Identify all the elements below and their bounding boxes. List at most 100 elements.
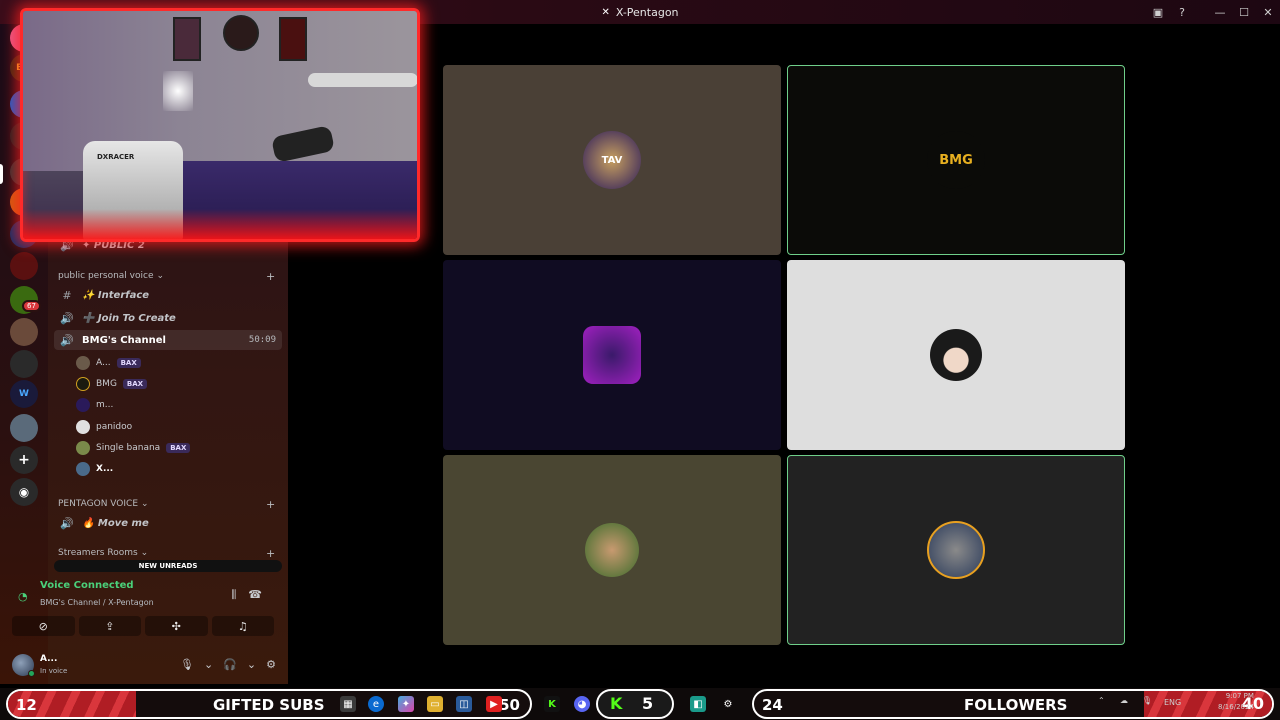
- tray-chevron-icon[interactable]: ⌃: [1098, 696, 1105, 705]
- voice-user[interactable]: Single banana BAX: [76, 439, 191, 457]
- signal-icon[interactable]: ◔: [18, 590, 28, 603]
- category-public-personal-voice[interactable]: public personal voice ⌄ +: [58, 270, 288, 283]
- chevron-down-icon: ⌄: [140, 548, 149, 558]
- participant-tile[interactable]: [443, 260, 781, 450]
- channel-move-me[interactable]: 🔊 🔥 Move me: [54, 513, 282, 533]
- add-channel-icon[interactable]: +: [266, 498, 275, 511]
- speaker-icon: 🔊: [60, 333, 74, 347]
- participant-tile[interactable]: TAV: [443, 65, 781, 255]
- inbox-icon[interactable]: ▣: [1146, 0, 1170, 24]
- gifted-subs-goal: 50: [499, 696, 520, 714]
- file-explorer-icon[interactable]: ▭: [427, 696, 443, 712]
- category-streamers-rooms[interactable]: Streamers Rooms ⌄ +: [58, 547, 288, 560]
- chevron-down-icon: ⌄: [156, 271, 165, 281]
- chair-brand: DXRACER: [97, 153, 135, 161]
- category-label: PENTAGON VOICE: [58, 499, 139, 509]
- store-icon[interactable]: ◫: [456, 696, 472, 712]
- unread-badge: 67: [22, 300, 41, 312]
- category-pentagon-voice[interactable]: PENTAGON VOICE ⌄ +: [58, 498, 288, 511]
- edge-icon[interactable]: e: [368, 696, 384, 712]
- participant-tile[interactable]: [787, 260, 1125, 450]
- window-controls: ▣ ? — ☐ ✕: [1146, 0, 1280, 24]
- voice-controls: ⊘ ⇪ ✣ ♫: [12, 616, 274, 636]
- server-icon[interactable]: [10, 414, 38, 442]
- category-label: Streamers Rooms: [58, 548, 138, 558]
- avatar: BMG: [927, 131, 985, 189]
- server-icon[interactable]: [10, 252, 38, 280]
- new-unreads-button[interactable]: NEW UNREADS: [54, 560, 282, 572]
- participant-tile[interactable]: BMG: [787, 65, 1125, 255]
- activities-button[interactable]: ✣: [145, 616, 208, 636]
- user-name[interactable]: A...: [40, 654, 57, 664]
- avatar: [927, 521, 985, 579]
- avatar: [76, 377, 90, 391]
- minimize-button[interactable]: —: [1208, 0, 1232, 24]
- participant-tile[interactable]: [787, 455, 1125, 645]
- chevron-down-icon: ⌄: [141, 499, 149, 509]
- channel-join-to-create[interactable]: 🔊 ➕ Join To Create: [54, 308, 282, 328]
- server-logo-icon: ✕: [601, 6, 610, 18]
- microphone-icon[interactable]: 🎙: [180, 658, 194, 671]
- language-indicator[interactable]: ENG: [1164, 698, 1181, 707]
- share-screen-button[interactable]: ⇪: [78, 616, 141, 636]
- channel-bmgs-channel[interactable]: 🔊 BMG's Channel 50:09: [54, 330, 282, 350]
- close-button[interactable]: ✕: [1256, 0, 1280, 24]
- camera-off-button[interactable]: ⊘: [12, 616, 75, 636]
- add-server-icon[interactable]: +: [10, 446, 38, 474]
- avatar: [76, 398, 90, 412]
- followers-counter: 24 FOLLOWERS 40: [752, 689, 1274, 719]
- avatar: [76, 420, 90, 434]
- discover-icon[interactable]: ◉: [10, 478, 38, 506]
- voice-user[interactable]: panidoo: [76, 418, 132, 436]
- maximize-button[interactable]: ☐: [1232, 0, 1256, 24]
- kick-logo-icon: K: [610, 694, 623, 713]
- user-panel: A... In voice 🎙 ⌄ 🎧 ⌄ ⚙: [0, 650, 288, 684]
- task-view-icon[interactable]: ▦: [340, 696, 356, 712]
- clock[interactable]: 9:07 PM 8/16/2024: [1218, 691, 1254, 713]
- voice-actions: ⫼ ☎: [231, 588, 262, 602]
- mic-arm: [308, 73, 417, 87]
- settings-gear-icon[interactable]: ⚙: [266, 658, 276, 671]
- kick-icon[interactable]: K: [544, 696, 560, 712]
- taskbar: 12 GIFTED SUBS 50 ▦ e ✦ ▭ ◫ ▶ K ◕ K 5 ◧ …: [0, 688, 1280, 720]
- channel-interface[interactable]: # ✨ Interface: [54, 285, 282, 305]
- user-controls: 🎙 ⌄ 🎧 ⌄ ⚙: [180, 658, 276, 671]
- mic-tray-icon[interactable]: 🎙: [1142, 696, 1152, 705]
- clock-date: 8/16/2024: [1218, 703, 1254, 711]
- server-icon[interactable]: W: [10, 380, 38, 408]
- app-icon[interactable]: ◧: [690, 696, 706, 712]
- steam-icon[interactable]: ⚙: [720, 696, 736, 712]
- voice-user[interactable]: X...: [76, 460, 113, 478]
- server-icon[interactable]: [10, 318, 38, 346]
- window-title-text: X-Pentagon: [615, 5, 679, 19]
- wall-poster: [279, 17, 307, 61]
- server-tag: BAX: [122, 379, 148, 389]
- noise-suppression-icon[interactable]: ⫼: [231, 588, 236, 602]
- voice-status[interactable]: Voice Connected: [40, 580, 134, 591]
- soundboard-button[interactable]: ♫: [211, 616, 274, 636]
- copilot-icon[interactable]: ✦: [398, 696, 414, 712]
- disconnect-icon[interactable]: ☎: [248, 588, 262, 602]
- webcam-background: [23, 11, 417, 171]
- add-channel-icon[interactable]: +: [266, 270, 275, 283]
- hashtag-icon: #: [62, 288, 72, 302]
- help-icon[interactable]: ?: [1170, 0, 1194, 24]
- voice-location[interactable]: BMG's Channel / X-Pentagon: [40, 598, 154, 607]
- discord-icon[interactable]: ◕: [574, 696, 590, 712]
- voice-user[interactable]: A... BAX: [76, 354, 141, 372]
- voice-user[interactable]: BMG BAX: [76, 375, 148, 393]
- participant-tile[interactable]: [443, 455, 781, 645]
- headphones-icon[interactable]: 🎧: [223, 658, 237, 671]
- add-channel-icon[interactable]: +: [266, 547, 275, 560]
- discord-window: ✕ X-Pentagon ▣ ? — ☐ ✕ BM › 67 W + ◉ 🔊: [0, 0, 1280, 720]
- youtube-icon[interactable]: ▶: [486, 696, 502, 712]
- voice-user[interactable]: m...: [76, 396, 113, 414]
- server-icon[interactable]: [10, 350, 38, 378]
- avatar: [76, 462, 90, 476]
- avatar: TAV: [583, 131, 641, 189]
- gifted-subs-counter: 12 GIFTED SUBS 50: [6, 689, 532, 719]
- chevron-down-icon[interactable]: ⌄: [247, 658, 256, 671]
- cloud-icon[interactable]: ☁: [1120, 696, 1128, 705]
- chevron-down-icon[interactable]: ⌄: [204, 658, 213, 671]
- speaker-icon: 🔊: [60, 311, 74, 325]
